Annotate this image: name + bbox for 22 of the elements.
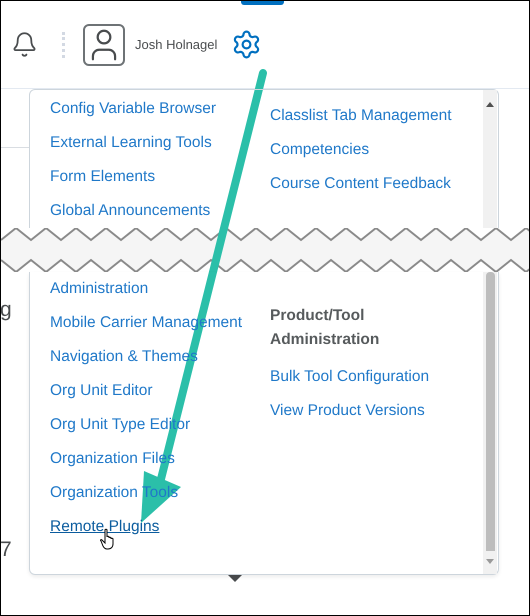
menu-link[interactable]: Form Elements <box>50 168 156 185</box>
user-avatar[interactable] <box>83 24 125 66</box>
menu-link[interactable]: Bulk Tool Configuration <box>270 368 430 385</box>
scrollbar-thumb[interactable] <box>486 272 494 551</box>
page-text-fragment: 7 <box>1 538 13 562</box>
menu-heading: Product/Tool Administration <box>270 307 380 348</box>
scroll-up-arrow-icon[interactable] <box>486 102 494 107</box>
menu-link[interactable]: Competencies <box>270 141 370 158</box>
menu-link[interactable]: View Product Versions <box>270 402 425 419</box>
notification-bell-icon[interactable] <box>11 31 38 58</box>
dropdown-pointer-icon <box>228 575 242 582</box>
menu-link[interactable]: External Learning Tools <box>50 134 212 151</box>
user-name[interactable]: Josh Holnagel <box>135 37 218 52</box>
menu-link[interactable]: Org Unit Editor <box>50 382 153 399</box>
active-tab-indicator <box>241 1 284 5</box>
menu-link[interactable]: Global Announcements <box>50 202 210 219</box>
menu-link[interactable]: Config Variable Browser <box>50 100 216 117</box>
menu-link[interactable]: Remote Plugins <box>50 518 160 535</box>
menu-link[interactable]: Administration <box>50 280 148 297</box>
page-text-fragment: g <box>1 298 13 322</box>
menu-link[interactable]: Course Content Feedback <box>270 175 451 192</box>
menu-link[interactable]: Classlist Tab Management <box>270 107 452 124</box>
